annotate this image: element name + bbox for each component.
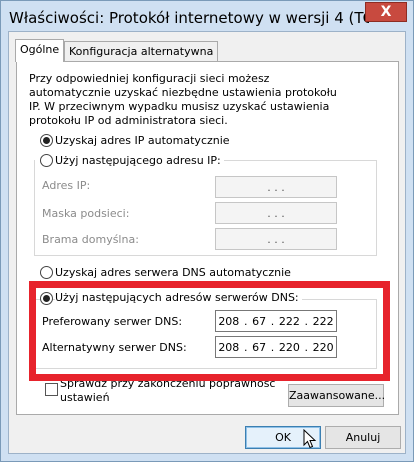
octet-dot: . bbox=[304, 314, 309, 328]
preferred-dns-octet-3: 222 bbox=[278, 314, 300, 328]
alternate-dns-octet-4: 220 bbox=[312, 340, 334, 354]
subnet-mask-label: Maska podsieci: bbox=[42, 207, 130, 220]
radio-ip-auto[interactable] bbox=[40, 134, 53, 147]
cancel-button[interactable]: Anuluj bbox=[325, 426, 401, 449]
octet-dot: . bbox=[304, 340, 309, 354]
tab-alternate-configuration[interactable]: Konfiguracja alternatywna bbox=[64, 41, 219, 61]
advanced-button[interactable]: Zaawansowane... bbox=[288, 384, 385, 407]
description-text: Przy odpowiedniej konfiguracji sieci moż… bbox=[29, 72, 337, 127]
validate-settings-label[interactable]: Sprawdź przy zakończeniu poprawność usta… bbox=[60, 377, 275, 405]
preferred-dns-label: Preferowany serwer DNS: bbox=[42, 315, 183, 328]
alternate-dns-octet-1: 208 bbox=[218, 340, 240, 354]
alternate-dns-input[interactable]: 208 . 67 . 220 . 220 bbox=[215, 336, 337, 358]
octet-dot: . bbox=[243, 314, 248, 328]
dialog-window: Właściwości: Protokół internetowy w wers… bbox=[0, 0, 414, 462]
ip-address-label: Adres IP: bbox=[42, 179, 91, 192]
preferred-dns-input[interactable]: 208 . 67 . 222 . 222 bbox=[215, 310, 337, 332]
radio-ip-manual-label[interactable]: Użyj następującego adresu IP: bbox=[55, 154, 224, 167]
radio-ip-manual[interactable] bbox=[40, 154, 53, 167]
subnet-mask-input[interactable]: . . . bbox=[215, 202, 337, 224]
preferred-dns-octet-2: 67 bbox=[252, 314, 267, 328]
radio-dns-auto[interactable] bbox=[40, 266, 53, 279]
octet-dot: . bbox=[270, 314, 275, 328]
radio-dns-manual[interactable] bbox=[40, 292, 53, 305]
validate-settings-label-line-2: ustawień bbox=[60, 391, 110, 404]
alternate-dns-label: Alternatywny serwer DNS: bbox=[42, 341, 187, 354]
default-gateway-label: Brama domyślna: bbox=[42, 233, 139, 246]
validate-settings-label-line-1: Sprawdź przy zakończeniu poprawność bbox=[60, 377, 276, 390]
window-title: Właściwości: Protokół internetowy w wers… bbox=[9, 9, 369, 27]
default-gateway-value: . . . bbox=[267, 232, 285, 246]
alternate-dns-octet-3: 220 bbox=[278, 340, 300, 354]
mouse-pointer-icon bbox=[303, 429, 317, 449]
subnet-mask-value: . . . bbox=[267, 206, 285, 220]
ip-address-value: . . . bbox=[267, 180, 285, 194]
octet-dot: . bbox=[243, 340, 248, 354]
default-gateway-input[interactable]: . . . bbox=[215, 228, 337, 250]
preferred-dns-octet-1: 208 bbox=[218, 314, 240, 328]
ip-address-input[interactable]: . . . bbox=[215, 176, 337, 198]
octet-dot: . bbox=[270, 340, 275, 354]
radio-dns-manual-label[interactable]: Użyj następujących adresów serwerów DNS: bbox=[55, 291, 302, 304]
preferred-dns-octet-4: 222 bbox=[312, 314, 334, 328]
close-button[interactable]: X bbox=[365, 2, 407, 22]
validate-settings-checkbox[interactable] bbox=[45, 383, 58, 396]
radio-dns-auto-label[interactable]: Uzyskaj adres serwera DNS automatycznie bbox=[55, 266, 291, 279]
tab-general[interactable]: Ogólne bbox=[15, 39, 65, 62]
alternate-dns-octet-2: 67 bbox=[252, 340, 267, 354]
radio-ip-auto-label[interactable]: Uzyskaj adres IP automatycznie bbox=[55, 134, 230, 147]
